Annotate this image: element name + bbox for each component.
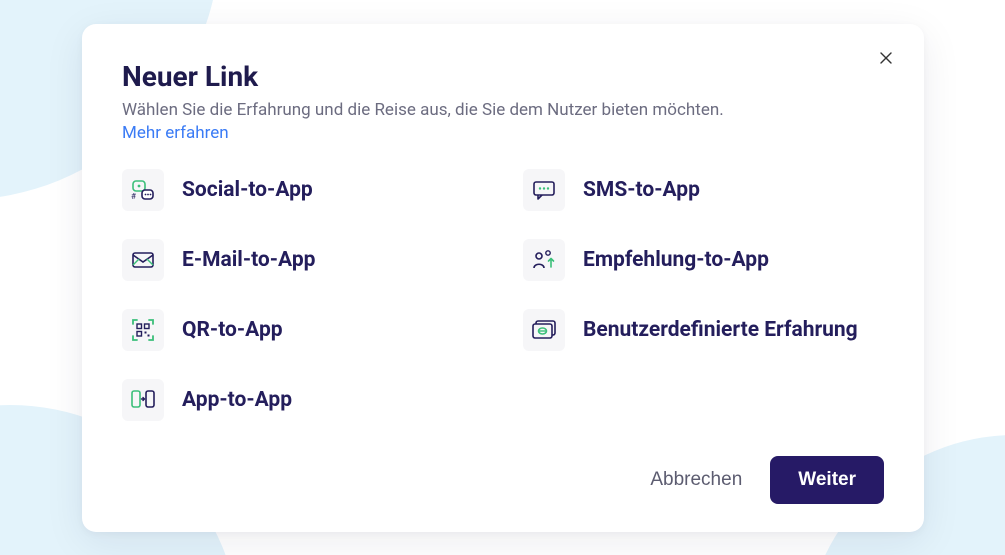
- option-sms-to-app[interactable]: SMS-to-App: [523, 169, 884, 211]
- close-icon: [880, 52, 892, 64]
- option-custom-experience[interactable]: Benutzerdefinierte Erfahrung: [523, 309, 884, 351]
- option-referral-to-app[interactable]: Empfehlung-to-App: [523, 239, 884, 281]
- options-grid: # Social-to-App SMS-to-App: [122, 169, 884, 421]
- option-label: Social-to-App: [182, 178, 313, 202]
- new-link-modal: Neuer Link Wählen Sie die Erfahrung und …: [82, 24, 924, 532]
- email-icon: [122, 239, 164, 281]
- custom-experience-icon: [523, 309, 565, 351]
- option-label: E-Mail-to-App: [182, 248, 315, 272]
- qr-icon: [122, 309, 164, 351]
- option-social-to-app[interactable]: # Social-to-App: [122, 169, 483, 211]
- sms-icon: [523, 169, 565, 211]
- close-button[interactable]: [874, 46, 898, 70]
- option-email-to-app[interactable]: E-Mail-to-App: [122, 239, 483, 281]
- option-label: App-to-App: [182, 388, 292, 412]
- next-button[interactable]: Weiter: [770, 456, 884, 504]
- option-app-to-app[interactable]: App-to-App: [122, 379, 483, 421]
- option-label: QR-to-App: [182, 318, 283, 342]
- modal-subtitle: Wählen Sie die Erfahrung und die Reise a…: [122, 99, 884, 123]
- option-label: Empfehlung-to-App: [583, 248, 769, 272]
- social-icon: #: [122, 169, 164, 211]
- modal-title: Neuer Link: [122, 60, 884, 93]
- referral-icon: [523, 239, 565, 281]
- option-qr-to-app[interactable]: QR-to-App: [122, 309, 483, 351]
- modal-footer: Abbrechen Weiter: [644, 456, 884, 504]
- option-label: SMS-to-App: [583, 178, 700, 202]
- learn-more-link[interactable]: Mehr erfahren: [122, 123, 229, 143]
- app-to-app-icon: [122, 379, 164, 421]
- cancel-button[interactable]: Abbrechen: [644, 459, 748, 501]
- svg-text:#: #: [131, 192, 136, 201]
- option-label: Benutzerdefinierte Erfahrung: [583, 318, 858, 342]
